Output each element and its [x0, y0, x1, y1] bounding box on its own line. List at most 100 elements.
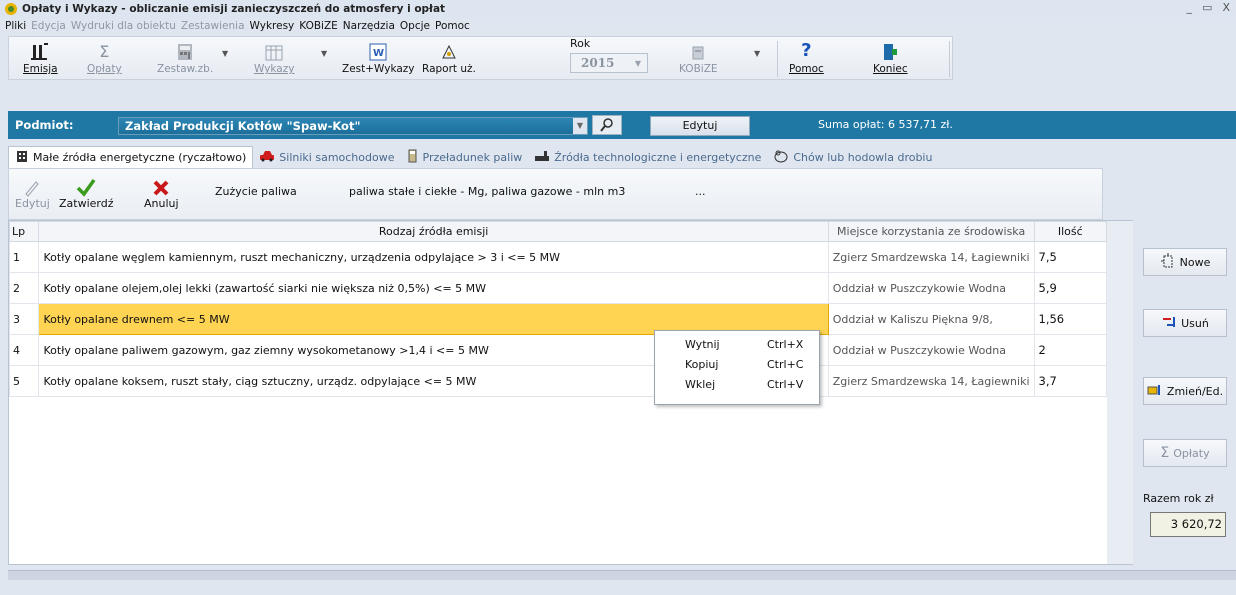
menu-pliki[interactable]: Pliki	[5, 20, 26, 32]
factory-icon	[534, 150, 550, 165]
row-place[interactable]: Oddział w Puszczykowie Wodna	[827, 272, 1035, 304]
zestaw-dropdown-icon[interactable]: ▼	[222, 49, 228, 58]
menu-wykresy[interactable]: Wykresy	[250, 20, 295, 32]
tab-label: Małe źródła energetyczne (ryczałtowo)	[33, 151, 247, 164]
edit-subject-button[interactable]: Edytuj	[650, 116, 750, 136]
menu-bar: Pliki Edycja Wydruki dla obiektu Zestawi…	[0, 18, 1236, 34]
table-row-selected[interactable]: 3 Kotły opalane drewnem <= 5 MW Oddział …	[8, 303, 1108, 335]
table-row[interactable]: 1 Kotły opalane węglem kamiennym, ruszt …	[8, 241, 1108, 273]
svg-text:W: W	[373, 48, 384, 59]
menu-zestawienia[interactable]: Zestawienia	[181, 20, 245, 32]
help-question-icon: ?	[801, 40, 812, 61]
delete-record-button[interactable]: Usuń	[1143, 309, 1227, 337]
sum-icon: Σ	[99, 42, 110, 61]
row-qty[interactable]: 2	[1033, 334, 1108, 366]
tab-zrodla-technologiczne[interactable]: Źródła technologiczne i energetyczne	[528, 146, 767, 168]
record-toolbar: Edytuj Zatwierdź Anuluj Zużycie paliwa p…	[8, 168, 1103, 220]
context-paste-shortcut: Ctrl+V	[767, 377, 804, 391]
table-header: Lp Rodzaj źródła emisji Miejsce korzysta…	[8, 221, 1108, 242]
menu-edycja[interactable]: Edycja	[31, 20, 66, 32]
cancel-button[interactable]: Anuluj	[144, 173, 179, 210]
row-qty[interactable]: 5,9	[1033, 272, 1108, 304]
report-icon	[440, 39, 458, 61]
row-place[interactable]: Zgierz Smardzewska 14, Łagiewniki	[827, 365, 1035, 397]
status-bar	[8, 570, 1236, 580]
tab-label: Przeładunek paliw	[422, 150, 523, 164]
column-place[interactable]: Miejsce korzystania ze środowiska	[827, 221, 1035, 242]
context-paste[interactable]: Wklej Ctrl+V	[655, 374, 819, 394]
category-tabs: Małe źródła energetyczne (ryczałtowo) Si…	[8, 146, 938, 168]
row-name[interactable]: Kotły opalane węglem kamiennym, ruszt me…	[38, 241, 829, 273]
koniec-button[interactable]: Koniec	[873, 39, 908, 79]
kobize-button[interactable]: KOBiZE	[679, 39, 718, 79]
pomoc-label: Pomoc	[789, 63, 824, 75]
row-name[interactable]: Kotły opalane olejem,olej lekki (zawarto…	[38, 272, 829, 304]
menu-wydruki[interactable]: Wydruki dla obiektu	[71, 20, 176, 32]
menu-narzedzia[interactable]: Narzędzia	[343, 20, 395, 32]
edit-record-button[interactable]: Edytuj	[15, 173, 50, 210]
context-copy[interactable]: Kopiuj Ctrl+C	[655, 354, 819, 374]
cancel-label: Anuluj	[144, 197, 179, 210]
car-icon	[259, 150, 275, 165]
kobize-label: KOBiZE	[679, 63, 718, 75]
more-button[interactable]: ...	[695, 185, 706, 198]
zest-wykazy-label: Zest+Wykazy	[342, 63, 415, 75]
row-place[interactable]: Zgierz Smardzewska 14, Łagiewniki	[827, 241, 1035, 273]
tab-przeladunek[interactable]: Przeładunek paliw	[401, 146, 529, 168]
year-value: 2015	[581, 56, 615, 70]
change-record-button[interactable]: Zmień/Ed.	[1143, 377, 1227, 405]
poultry-icon	[773, 149, 789, 166]
context-cut-label: Wytnij	[685, 337, 720, 351]
close-button[interactable]: X	[1222, 1, 1230, 14]
oplaty-button[interactable]: Σ Opłaty	[87, 39, 122, 79]
table-row[interactable]: 2 Kotły opalane olejem,olej lekki (zawar…	[8, 272, 1108, 304]
new-record-label: Nowe	[1179, 255, 1211, 269]
row-place[interactable]: Oddział w Kaliszu Piękna 9/8,	[827, 303, 1035, 335]
table-row[interactable]: 5 Kotły opalane koksem, ruszt stały, cią…	[8, 365, 1108, 397]
tab-silniki[interactable]: Silniki samochodowe	[253, 146, 400, 168]
fees-sum: Suma opłat: 6 537,71 zł.	[818, 118, 953, 131]
context-paste-label: Wklej	[685, 377, 716, 391]
tab-drob[interactable]: Chów lub hodowla drobiu	[767, 146, 938, 168]
exit-door-icon	[882, 39, 898, 61]
column-name[interactable]: Rodzaj źródła emisji	[38, 221, 829, 242]
confirm-button[interactable]: Zatwierdź	[59, 173, 114, 210]
row-place[interactable]: Oddział w Puszczykowie Wodna	[827, 334, 1035, 366]
kobize-dropdown-icon[interactable]: ▼	[754, 49, 760, 58]
maximize-button[interactable]: ▭	[1202, 1, 1212, 14]
zest-wykazy-button[interactable]: W Zest+Wykazy	[342, 39, 415, 79]
fuel-units-label: paliwa stałe i ciekłe - Mg, paliwa gazow…	[349, 185, 626, 198]
fees-label: Opłaty	[1173, 446, 1210, 460]
column-qty[interactable]: Ilość	[1033, 221, 1108, 242]
tab-male-zrodla[interactable]: Małe źródła energetyczne (ryczałtowo)	[8, 146, 254, 168]
new-record-button[interactable]: Nowe	[1143, 248, 1227, 276]
subject-select[interactable]: Zakład Produkcji Kotłów "Spaw-Kot" ▼	[118, 117, 588, 135]
row-lp: 4	[8, 334, 40, 366]
column-lp[interactable]: Lp	[8, 221, 40, 242]
menu-kobize[interactable]: KOBiZE	[299, 20, 338, 32]
menu-opcje[interactable]: Opcje	[400, 20, 430, 32]
context-cut-shortcut: Ctrl+X	[767, 337, 804, 351]
raport-button[interactable]: Raport uż.	[422, 39, 476, 79]
context-cut[interactable]: Wytnij Ctrl+X	[655, 334, 819, 354]
year-label: Rok	[570, 37, 591, 50]
context-menu: Wytnij Ctrl+X Kopiuj Ctrl+C Wklej Ctrl+V	[654, 330, 820, 405]
toolbar-separator	[777, 41, 778, 77]
row-qty[interactable]: 3,7	[1033, 365, 1108, 397]
wykazy-dropdown-icon[interactable]: ▼	[321, 49, 327, 58]
change-record-label: Zmień/Ed.	[1166, 384, 1224, 398]
wykazy-button[interactable]: Wykazy	[254, 39, 294, 79]
year-select[interactable]: 2015 ▼	[570, 53, 648, 73]
zestaw-button[interactable]: Zestaw.zb.	[157, 39, 213, 79]
delete-icon	[1161, 315, 1177, 332]
table-row[interactable]: 4 Kotły opalane paliwem gazowym, gaz zie…	[8, 334, 1108, 366]
search-subject-button[interactable]	[592, 115, 622, 135]
row-qty[interactable]: 1,56	[1033, 303, 1108, 335]
minimize-button[interactable]: _	[1187, 1, 1193, 14]
menu-pomoc[interactable]: Pomoc	[435, 20, 470, 32]
row-qty[interactable]: 7,5	[1033, 241, 1108, 273]
emisja-button[interactable]: Emisja	[23, 39, 58, 79]
chevron-down-icon: ▼	[634, 58, 641, 68]
fees-button[interactable]: Σ Opłaty	[1143, 439, 1227, 467]
pomoc-button[interactable]: ? Pomoc	[789, 39, 824, 79]
